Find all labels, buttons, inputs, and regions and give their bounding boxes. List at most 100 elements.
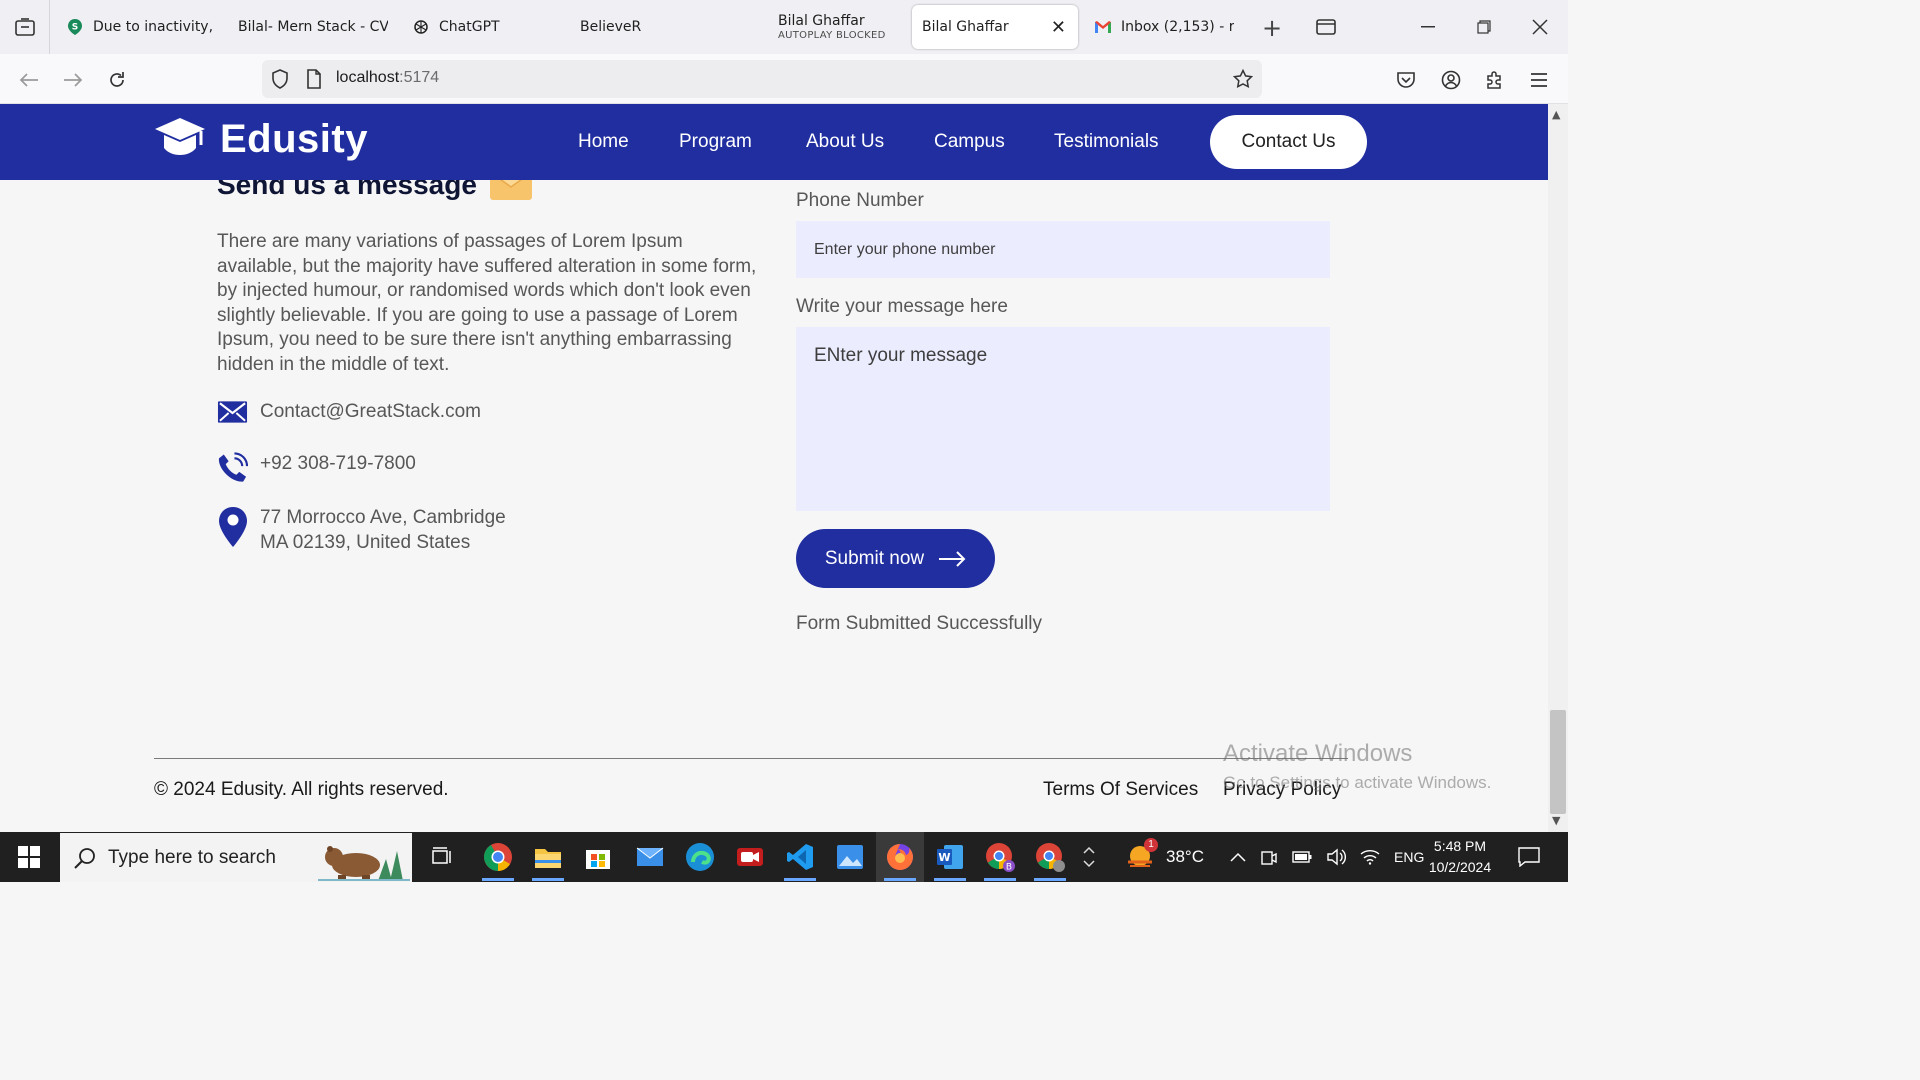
- phone-input[interactable]: [796, 221, 1330, 278]
- start-button[interactable]: [0, 832, 58, 882]
- nav-testimonials[interactable]: Testimonials: [1054, 131, 1159, 153]
- edge-icon: [686, 843, 714, 871]
- tab-title: ChatGPT: [439, 19, 500, 35]
- taskbar-recorder[interactable]: [726, 832, 774, 882]
- page-icon[interactable]: [306, 69, 322, 93]
- browser-tab-cv[interactable]: Bilal- Mern Stack - CV: [228, 5, 398, 49]
- taskbar-chrome-profile-2[interactable]: [1026, 832, 1074, 882]
- chrome-profile-icon: B: [986, 843, 1015, 873]
- close-tab-icon[interactable]: ✕: [1051, 17, 1066, 38]
- menu-button[interactable]: [1523, 64, 1555, 96]
- battery-icon[interactable]: [1292, 851, 1312, 863]
- taskbar-photos[interactable]: [826, 832, 874, 882]
- tab-title: BelieveR: [580, 19, 642, 35]
- extensions-button[interactable]: [1479, 64, 1511, 96]
- location-pin-icon: [217, 506, 248, 548]
- chatgpt-icon: [412, 18, 430, 36]
- taskbar-word[interactable]: W: [926, 832, 974, 882]
- weather-widget[interactable]: 1 38°C: [1124, 832, 1204, 882]
- scrollbar-thumb[interactable]: [1550, 710, 1566, 814]
- forward-button[interactable]: [57, 64, 89, 96]
- task-view-button[interactable]: [418, 832, 466, 882]
- phone-label: Phone Number: [796, 190, 924, 211]
- volume-icon[interactable]: [1326, 848, 1346, 866]
- tab-title: Due to inactivity, t: [93, 19, 214, 35]
- footer-copyright: © 2024 Edusity. All rights reserved.: [154, 779, 449, 800]
- weather-sun-icon: 1: [1124, 838, 1158, 874]
- meet-now-icon[interactable]: [1260, 848, 1278, 866]
- contact-description: There are many variations of passages of…: [217, 231, 757, 375]
- bookmark-star-icon[interactable]: [1232, 68, 1254, 93]
- taskbar-file-explorer[interactable]: [524, 832, 572, 882]
- taskbar-clock[interactable]: 5:48 PM 10/2/2024: [1420, 836, 1500, 878]
- camera-recorder-icon: [737, 848, 763, 866]
- tab-title: Bilal Ghaffar: [778, 13, 865, 29]
- close-window-button[interactable]: [1512, 0, 1568, 54]
- activate-windows-subtitle: Go to Settings to activate Windows.: [1223, 773, 1492, 792]
- terms-link[interactable]: Terms Of Services: [1043, 779, 1198, 801]
- browser-tab-believer[interactable]: BelieveR: [570, 5, 760, 49]
- browser-tab-strip: S Due to inactivity, t Bilal- Mern Stack…: [0, 0, 1568, 54]
- nav-home[interactable]: Home: [578, 131, 629, 153]
- show-hidden-icons-icon[interactable]: [1230, 852, 1246, 862]
- browser-tab-bilal-autoplay[interactable]: Bilal Ghaffar AUTOPLAY BLOCKED: [768, 5, 908, 49]
- reload-button[interactable]: [101, 64, 133, 96]
- taskbar-vscode[interactable]: [776, 832, 824, 882]
- restore-button[interactable]: [1456, 0, 1512, 54]
- page-scrollbar[interactable]: ▲ ▼: [1548, 104, 1568, 832]
- contact-address-row: 77 Morrocco Ave, Cambridge MA 02139, Uni…: [217, 506, 506, 555]
- browser-tab-chatgpt[interactable]: ChatGPT: [402, 5, 562, 49]
- taskbar-edge[interactable]: [676, 832, 724, 882]
- tab-list-button[interactable]: [0, 0, 50, 54]
- mail-app-icon: [636, 847, 664, 866]
- taskbar-firefox[interactable]: [876, 832, 924, 882]
- back-button[interactable]: [13, 64, 45, 96]
- site-logo[interactable]: Edusity: [154, 116, 368, 162]
- taskbar-chrome-profile-b[interactable]: B: [976, 832, 1024, 882]
- photos-icon: [837, 845, 863, 869]
- nav-about-us[interactable]: About Us: [806, 131, 884, 153]
- account-icon: [1441, 70, 1461, 90]
- contact-us-button[interactable]: Contact Us: [1210, 115, 1367, 169]
- browser-tab-inactivity[interactable]: S Due to inactivity, t: [56, 5, 224, 49]
- task-view-icon: [432, 847, 451, 864]
- clock-date: 10/2/2024: [1428, 859, 1492, 875]
- puzzle-icon: [1487, 71, 1501, 89]
- notification-center-button[interactable]: [1505, 832, 1553, 882]
- taskbar-search-box[interactable]: Type here to search: [60, 833, 412, 882]
- address-bar[interactable]: localhost:5174: [262, 60, 1262, 98]
- contact-phone-row: +92 308-719-7800: [217, 452, 416, 484]
- shield-icon[interactable]: [271, 69, 289, 93]
- taskbar-store[interactable]: [574, 832, 622, 882]
- nav-campus[interactable]: Campus: [934, 131, 1005, 153]
- browser-tab-active[interactable]: Bilal Ghaffar ✕: [912, 5, 1078, 49]
- scroll-down-icon[interactable]: ▼: [1552, 814, 1560, 827]
- chevron-up-icon: [1083, 846, 1095, 854]
- contact-address: 77 Morrocco Ave, Cambridge MA 02139, Uni…: [260, 507, 506, 553]
- tab-list-icon: [14, 18, 35, 36]
- chrome-profile-icon: [1036, 843, 1065, 872]
- new-tab-button[interactable]: +: [1262, 14, 1282, 42]
- minimize-button[interactable]: [1400, 0, 1456, 54]
- browser-tab-gmail[interactable]: Inbox (2,153) - rba: [1084, 5, 1244, 49]
- taskbar-chrome[interactable]: [474, 832, 522, 882]
- firefox-icon: [887, 844, 913, 870]
- word-icon: W: [937, 845, 963, 869]
- clock-time: 5:48 PM: [1433, 838, 1487, 854]
- contact-email-row: Contact@GreatStack.com: [217, 400, 481, 425]
- taskbar-overflow[interactable]: [1078, 832, 1100, 882]
- nav-program[interactable]: Program: [679, 131, 752, 153]
- contact-email[interactable]: Contact@GreatStack.com: [260, 400, 481, 425]
- taskbar-mail[interactable]: [626, 832, 674, 882]
- scroll-up-icon[interactable]: ▲: [1552, 108, 1560, 121]
- hamburger-icon: [1531, 73, 1547, 87]
- tab-overview-button[interactable]: [1298, 0, 1354, 54]
- svg-text:S: S: [72, 23, 78, 33]
- account-button[interactable]: [1435, 64, 1467, 96]
- submit-button[interactable]: Submit now: [796, 529, 995, 588]
- wifi-icon[interactable]: [1360, 849, 1380, 865]
- message-textarea[interactable]: [796, 327, 1330, 511]
- submit-label: Submit now: [824, 547, 925, 569]
- url-text[interactable]: localhost:5174: [336, 69, 439, 87]
- pocket-button[interactable]: [1390, 64, 1422, 96]
